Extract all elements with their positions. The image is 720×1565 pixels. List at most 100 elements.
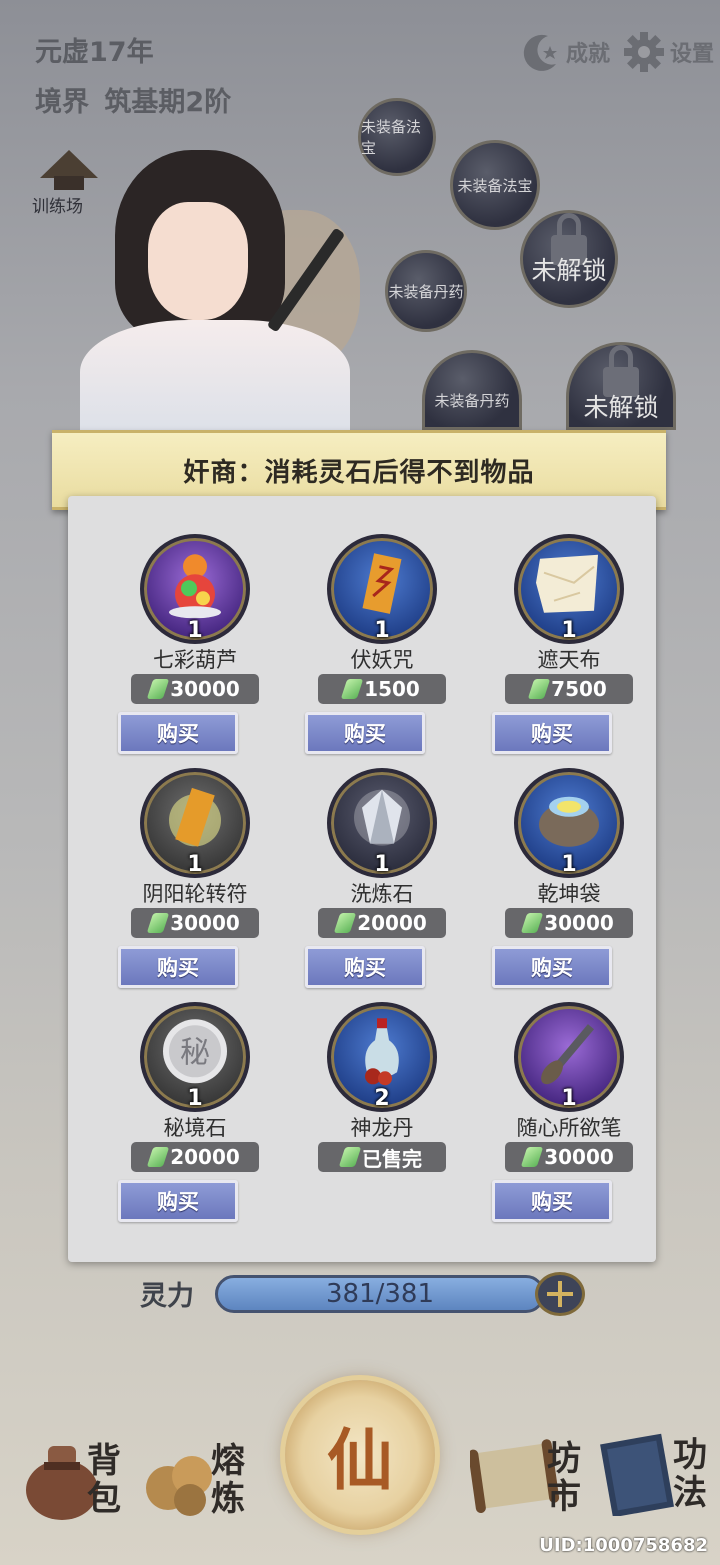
pill-slot-2[interactable]: 未装备丹药	[422, 350, 522, 430]
moon-star-icon	[523, 34, 557, 71]
buy-button[interactable]: 购买	[118, 712, 238, 754]
shop-item-quantity: 1	[561, 618, 577, 643]
treasure-slot-2[interactable]: 未装备法宝	[450, 140, 540, 230]
spirit-bar: 381/381	[215, 1275, 545, 1313]
shop-item-icon-frame[interactable]: 秘1	[140, 1002, 250, 1112]
shop-item-name: 七彩葫芦	[153, 648, 237, 672]
svg-text:秘: 秘	[180, 1035, 210, 1070]
shop-item-price: 20000	[318, 908, 446, 938]
buy-button[interactable]: 购买	[492, 1180, 612, 1222]
add-spirit-button[interactable]	[535, 1272, 585, 1316]
pill-slot-2-label: 未装备丹药	[434, 391, 510, 410]
shop-item-name: 伏妖咒	[350, 648, 414, 672]
spirit-stone-icon	[338, 1147, 362, 1167]
shop-item-name: 神龙丹	[350, 1116, 414, 1140]
spirit-stone-icon	[146, 913, 170, 933]
nav-skills-label: 功法	[673, 1435, 707, 1513]
shop-item-price-value: 30000	[544, 911, 614, 935]
uid-label: UID:1000758682	[539, 1535, 708, 1556]
shop-item-price: 30000	[505, 1142, 633, 1172]
locked-slot-1-label: 未解锁	[531, 256, 607, 285]
locked-slot-2[interactable]: 未解锁	[566, 342, 676, 430]
character-portrait	[60, 150, 380, 450]
spirit-stone-icon	[333, 913, 357, 933]
achievement-button[interactable]: 成就	[522, 30, 610, 74]
shop-item-quantity: 1	[561, 852, 577, 877]
spirit-stone-icon	[340, 679, 364, 699]
spirit-label: 灵力	[140, 1281, 194, 1312]
shop-item-quantity: 1	[187, 618, 203, 643]
shop-item-price: 30000	[505, 908, 633, 938]
shop-item-quantity: 1	[187, 1086, 203, 1111]
settings-button[interactable]: 设置	[622, 28, 714, 76]
shop-panel: 1 七彩葫芦 30000 购买 1 伏妖咒 1500 购买 1 遮天布 7500 购买 1 阴阳轮转符 30…	[68, 496, 656, 1262]
nav-smelt-label: 熔炼	[211, 1441, 245, 1519]
shop-item-icon-frame[interactable]: 1	[327, 534, 437, 644]
nav-market-label: 坊市	[547, 1439, 581, 1517]
shop-item-icon-frame[interactable]: 1	[140, 768, 250, 878]
talisman-icon	[362, 552, 402, 620]
pill-slot-1[interactable]: 未装备丹药	[385, 250, 467, 332]
charm-icon	[167, 782, 223, 856]
locked-slot-1[interactable]: 未解锁	[520, 210, 618, 308]
realm-label: 境界	[35, 87, 89, 118]
nav-smelt[interactable]: 熔炼	[140, 1440, 260, 1530]
buy-button[interactable]: 购买	[305, 712, 425, 754]
shop-item-price: 30000	[131, 908, 259, 938]
nav-bag[interactable]: 背包	[22, 1432, 132, 1527]
brush-icon	[534, 1016, 604, 1090]
shop-item-price-value: 20000	[357, 911, 427, 935]
treasure-slot-2-label: 未装备法宝	[457, 176, 533, 195]
shop-item-icon-frame[interactable]: 1	[514, 768, 624, 878]
achievement-label: 成就	[566, 42, 611, 67]
nav-bag-label: 背包	[87, 1441, 121, 1519]
spirit-stone-icon	[527, 679, 551, 699]
shop-item-icon-frame[interactable]: 2	[327, 1002, 437, 1112]
character-face	[148, 202, 248, 320]
shop-item-name: 洗炼石	[350, 882, 414, 906]
buy-button[interactable]: 购买	[492, 946, 612, 988]
shop-item-icon-frame[interactable]: 1	[327, 768, 437, 878]
locked-slot-2-label: 未解锁	[583, 393, 659, 422]
shop-item-icon-frame[interactable]: 1	[140, 534, 250, 644]
shop-item-quantity: 1	[374, 618, 390, 643]
spirit-stone-icon	[146, 679, 170, 699]
nav-market[interactable]: 坊市	[468, 1438, 590, 1530]
shop-item-price-value: 1500	[364, 677, 420, 701]
shop-item-price-value: 20000	[170, 1145, 240, 1169]
spirit-value: 381/381	[325, 1279, 434, 1309]
shop-item-price-value: 30000	[170, 677, 240, 701]
spirit-stone-icon	[520, 1147, 544, 1167]
spirit-stone-icon	[146, 1147, 170, 1167]
shop-item-quantity: 1	[374, 852, 390, 877]
spirit-stone-icon	[520, 913, 544, 933]
gourd-icon	[167, 548, 223, 622]
shop-item-price: 20000	[131, 1142, 259, 1172]
shop-item-price-value: 30000	[544, 1145, 614, 1169]
book-icon	[600, 1433, 674, 1518]
shop-item-price: 7500	[505, 674, 633, 704]
shop-item-name: 随心所欲笔	[516, 1116, 622, 1140]
secret-stone-icon: 秘	[160, 1016, 230, 1090]
realm-value: 筑基期2阶	[104, 87, 232, 118]
buy-button[interactable]: 购买	[305, 946, 425, 988]
shop-item-name: 秘境石	[163, 1116, 227, 1140]
shop-item-name: 乾坤袋	[537, 882, 601, 906]
shop-item-price-value: 30000	[170, 911, 240, 935]
realm-display: 境界 筑基期2阶	[35, 80, 231, 119]
nav-skills[interactable]: 功法	[600, 1430, 715, 1528]
shop-item-icon-frame[interactable]: 1	[514, 1002, 624, 1112]
crystal-icon	[354, 786, 410, 854]
shop-item-icon-frame[interactable]: 1	[514, 534, 624, 644]
shop-item-quantity: 1	[561, 1086, 577, 1111]
buy-button[interactable]: 购买	[118, 946, 238, 988]
shop-item-name: 遮天布	[537, 648, 601, 672]
buy-button[interactable]: 购买	[118, 1180, 238, 1222]
buy-button[interactable]: 购买	[492, 712, 612, 754]
shop-item-price: 已售完	[318, 1142, 446, 1172]
vase-icon	[357, 1016, 407, 1090]
shop-item-price: 30000	[131, 674, 259, 704]
gear-icon	[624, 32, 664, 72]
shop-item-price-value: 已售完	[362, 1146, 422, 1171]
nav-cultivate-button[interactable]: 仙	[285, 1380, 435, 1530]
